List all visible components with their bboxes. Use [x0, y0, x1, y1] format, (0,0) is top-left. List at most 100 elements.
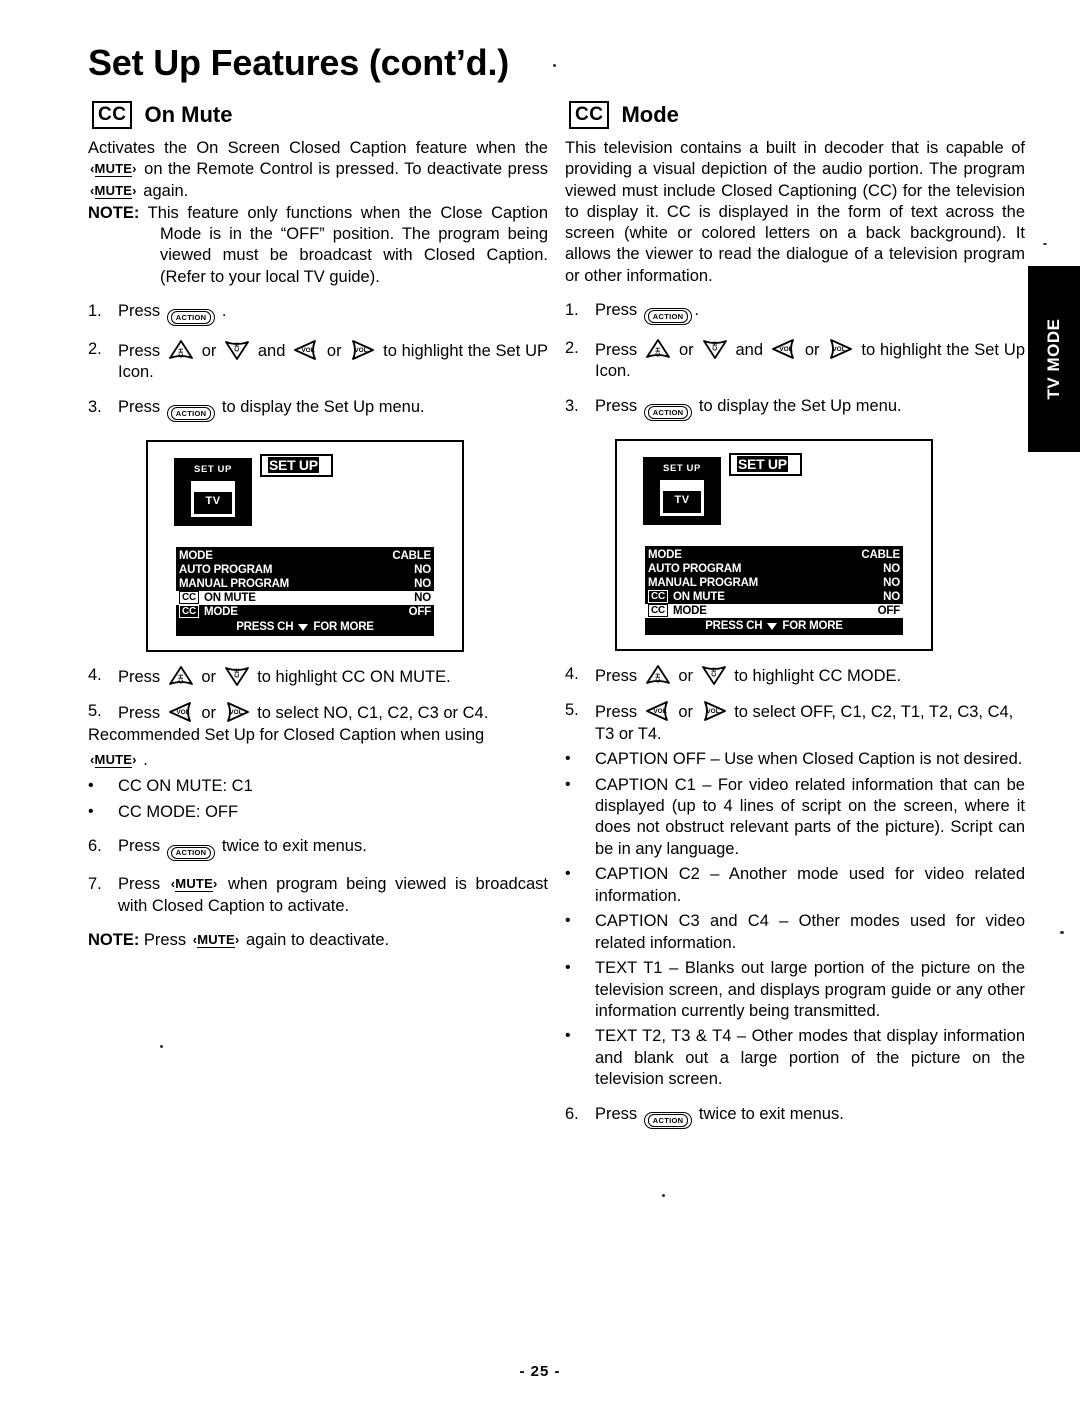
bullet-icon: • [565, 1027, 571, 1045]
step-text: Press ACTION. [595, 300, 1025, 325]
list-item: • CAPTION C1 – For video related informa… [565, 775, 1025, 861]
mute-key-icon: ‹MUTE› [90, 182, 137, 199]
volume-up-key-icon: VOL [349, 339, 375, 361]
step-text-pre: Press [118, 397, 165, 416]
osd-menu-left: MODE CABLE AUTO PROGRAM NO MANUAL PROGRA… [176, 546, 434, 636]
list-item: • TEXT T1 – Blanks out large portion of … [565, 958, 1025, 1022]
cc-badge-icon: CC [92, 101, 133, 129]
osd-row[interactable]: AUTO PROGRAM NO [645, 562, 903, 576]
svg-text:VOL: VOL [301, 347, 314, 354]
tv-glyph-icon: TV [660, 479, 704, 516]
bullet-icon: • [565, 912, 571, 930]
step-text: Press ACTION . [118, 301, 548, 326]
osd-row-label: CC ON MUTE [648, 590, 725, 604]
step-text-pre: Press [118, 341, 165, 360]
step-text-post: to display the Set Up menu. [217, 397, 425, 416]
step-item: 7. Press ‹MUTE› when program being viewe… [88, 874, 548, 917]
step-number: 1. [88, 301, 102, 320]
step-text-mid1: or [673, 703, 698, 722]
step-text: Press VOL or VOL to select NO, C1, C2, C… [118, 701, 548, 724]
left-recommendation-text: Recommended Set Up for Closed Caption wh… [88, 725, 485, 744]
step-number: 3. [565, 396, 579, 415]
action-key-label: ACTION [170, 846, 212, 860]
step-number: 4. [565, 664, 579, 683]
osd-row[interactable]: MANUAL PROGRAM NO [645, 576, 903, 590]
osd-row-value: OFF [408, 605, 432, 618]
channel-up-key-icon: CH [168, 339, 194, 361]
step-text-mid1: or [196, 667, 221, 686]
svg-text:VOL: VOL [833, 346, 846, 353]
mute-key-icon: ‹MUTE› [170, 876, 218, 893]
left-final-note-post: again to deactivate. [241, 931, 390, 950]
osd-row[interactable]: MODE CABLE [176, 549, 434, 563]
tv-screen-figure-left: SET UP TV SET UP MODE CABLE AUTO PROGRAM… [146, 439, 464, 652]
setup-icon-label: SET UP [194, 463, 232, 475]
cc-chip-icon: CC [179, 591, 200, 605]
step-text-pre: Press [118, 667, 165, 686]
bullet-icon: • [565, 959, 571, 977]
step-text-pre: Press [595, 396, 642, 415]
left-recommendation-mute-line: ‹MUTE› . [88, 750, 548, 771]
scan-speck [160, 1045, 163, 1048]
volume-down-key-icon: VOL [293, 339, 319, 361]
step-number: 5. [565, 701, 579, 720]
step-number: 1. [565, 300, 579, 319]
list-item-text: CC ON MUTE: C1 [118, 777, 253, 796]
step-text-post: to highlight CC MODE. [729, 666, 902, 685]
step-number: 3. [88, 397, 102, 416]
left-final-note: NOTE: Press ‹MUTE› again to deactivate. [88, 930, 548, 951]
osd-row-value: NO [883, 590, 900, 603]
osd-footer-hint: PRESS CH FOR MORE [176, 619, 434, 635]
list-item-text: CC MODE: OFF [118, 802, 239, 821]
tv-screen-figure-right: SET UP TV SET UP MODE CABLE AUTO PROGRAM… [615, 438, 933, 651]
osd-row[interactable]: MANUAL PROGRAM NO [176, 577, 434, 591]
mute-key-icon: ‹MUTE› [90, 752, 137, 768]
tv-glyph-label: TV [205, 494, 221, 507]
setup-icon: SET UP TV [643, 456, 721, 525]
step-number: 2. [565, 338, 579, 357]
volume-up-key-icon: VOL [701, 700, 727, 722]
list-item-text: CAPTION C1 – For video related informati… [595, 775, 1025, 858]
step-number: 2. [88, 339, 102, 358]
channel-up-key-icon: CH [645, 338, 671, 360]
osd-row-label: CC MODE [179, 605, 238, 619]
action-key-label: ACTION [647, 406, 689, 419]
step-text-mid2: and [730, 340, 768, 359]
svg-text:CH: CH [178, 674, 185, 684]
action-key-label: ACTION [647, 1114, 689, 1127]
right-column: CC Mode This television contains a built… [565, 100, 1025, 1129]
step-text-pre: Press [595, 1104, 642, 1123]
left-section-heading: CC On Mute [92, 100, 548, 130]
osd-row[interactable]: MODE CABLE [645, 548, 903, 562]
action-key-icon: ACTION [166, 844, 216, 862]
osd-row-value: CABLE [861, 548, 900, 561]
step-item: 3. Press ACTION to display the Set Up me… [565, 396, 1025, 421]
action-key-icon: ACTION [643, 308, 693, 325]
osd-row[interactable]: CC MODE OFF [176, 605, 434, 619]
osd-row-label-text: MODE [673, 604, 707, 617]
step-text-post: twice to exit menus. [694, 1104, 844, 1123]
step-item: 2. Press CH or CH and VOL or VOL to high… [88, 339, 548, 384]
step-text: Press CH or CH to highlight CC ON MUTE. [118, 665, 548, 688]
setup-icon-label: SET UP [663, 462, 701, 474]
osd-row-value: NO [410, 590, 431, 605]
step-text: Press CH or CH to highlight CC MODE. [595, 664, 1025, 687]
channel-down-key-icon: CH [224, 665, 250, 687]
action-key-label: ACTION [170, 311, 212, 324]
step-text-mid1: or [673, 666, 698, 685]
osd-row-label: AUTO PROGRAM [648, 562, 742, 575]
setup-title-text: SET UP [268, 456, 319, 473]
osd-row-label-text: MODE [204, 605, 238, 618]
step-text: Press VOL or VOL to select OFF, C1, C2, … [595, 700, 1025, 745]
step-text: Press CH or CH and VOL or VOL to highlig… [595, 338, 1025, 383]
osd-row-selected[interactable]: CC MODE OFF [645, 603, 903, 618]
right-section-heading: CC Mode [569, 100, 1025, 130]
right-steps-list-2: 4. Press CH or CH to highlight CC MODE. … [565, 664, 1025, 745]
osd-row[interactable]: CC ON MUTE NO [645, 590, 903, 604]
channel-down-key-icon: CH [702, 338, 728, 360]
step-text-post: . [217, 301, 227, 320]
tv-glyph-bar [663, 482, 701, 491]
osd-row-selected[interactable]: CC ON MUTE NO [176, 590, 434, 605]
osd-row[interactable]: AUTO PROGRAM NO [176, 563, 434, 577]
list-item: • TEXT T2, T3 & T4 – Other modes that di… [565, 1026, 1025, 1090]
